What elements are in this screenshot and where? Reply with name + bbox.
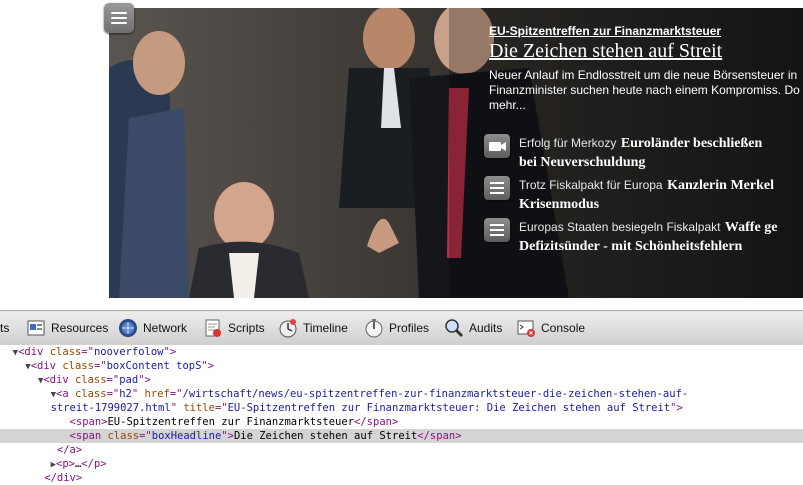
tab-audits[interactable]: Audits [444, 316, 502, 340]
dom-node[interactable]: </a> [0, 443, 803, 457]
menu-icon[interactable] [104, 3, 134, 33]
dom-node[interactable]: ▶<p>…</p> [0, 457, 803, 471]
tab-profiles[interactable]: Profiles [364, 316, 429, 340]
related-headline-cont[interactable]: Krisenmodus [519, 197, 599, 212]
related-headline[interactable]: Waffe ge [725, 220, 777, 235]
tab-console-label: Console [541, 321, 586, 335]
dom-node[interactable]: <span>EU-Spitzentreffen zur Finanzmarkts… [0, 415, 803, 429]
tab-timeline-label: Timeline [303, 321, 348, 335]
tab-scripts[interactable]: Scripts [203, 316, 265, 340]
dom-node-cont[interactable]: streit-1799027.html" title="EU-Spitzentr… [0, 401, 803, 415]
article-icon [484, 176, 510, 200]
dom-node[interactable]: ▼<div class="pad"> [0, 373, 803, 387]
tab-scripts-label: Scripts [228, 321, 265, 335]
network-icon [118, 318, 138, 338]
related-kicker[interactable]: Trotz Fiskalpakt für Europa [519, 178, 663, 192]
audits-icon [444, 318, 464, 338]
tab-audits-label: Audits [469, 321, 503, 335]
related-headline[interactable]: Kanzlerin Merkel [667, 178, 774, 193]
dom-node[interactable]: </div> [0, 471, 803, 485]
profiles-icon [364, 318, 384, 338]
resources-icon [26, 318, 46, 338]
tab-resources[interactable]: Resources [26, 316, 108, 340]
dom-node[interactable]: ▼<a class="h2" href="/wirtschaft/news/eu… [0, 387, 803, 401]
main-teaser[interactable]: EU-Spitzentreffen zur Finanzmarktsteuer … [489, 24, 803, 113]
devtools-toolbar: ts Resources Network Scripts Timeline Pr… [0, 310, 803, 346]
related-kicker[interactable]: Erfolg für Merkozy [519, 136, 616, 150]
teaser-headline[interactable]: Die Zeichen stehen auf Streit [489, 40, 803, 63]
tab-timeline[interactable]: Timeline [278, 316, 348, 340]
related-headline-cont[interactable]: Defizitsünder - mit Schönheitsfehlern [519, 239, 742, 254]
tab-network[interactable]: Network [118, 316, 187, 340]
tab-resources-label: Resources [51, 321, 109, 335]
tab-elements[interactable]: ts [0, 316, 9, 340]
hero-teaser[interactable]: EU-Spitzentreffen zur Finanzmarktsteuer … [109, 8, 803, 298]
dom-node[interactable]: ▼<div class="boxContent topS"> [0, 359, 803, 373]
tab-elements-label: ts [0, 321, 10, 335]
related-headline[interactable]: Euroländer beschließen [621, 136, 762, 151]
dom-node[interactable]: ▼<div class="nooverfolow"> [0, 345, 803, 359]
dom-node-selected[interactable]: <span class="boxHeadline">Die Zeichen st… [0, 429, 803, 443]
video-icon [484, 134, 510, 158]
web-page: EU-Spitzentreffen zur Finanzmarktsteuer … [0, 0, 803, 310]
teaser-kicker[interactable]: EU-Spitzentreffen zur Finanzmarktsteuer [489, 24, 803, 38]
tab-profiles-label: Profiles [389, 321, 430, 335]
tab-network-label: Network [143, 321, 188, 335]
related-kicker[interactable]: Europas Staaten besiegeln Fiskalpakt [519, 220, 720, 234]
related-headline-cont[interactable]: bei Neuverschuldung [519, 155, 645, 170]
console-icon [516, 318, 536, 338]
timeline-icon [278, 318, 298, 338]
scripts-icon [203, 318, 223, 338]
dom-tree: ▼<div class="nooverfolow"> ▼<div class="… [0, 345, 803, 484]
teaser-lead: Neuer Anlauf im Endlosstreit um die neue… [489, 68, 800, 112]
article-icon [484, 218, 510, 242]
tab-console[interactable]: Console [516, 316, 585, 340]
